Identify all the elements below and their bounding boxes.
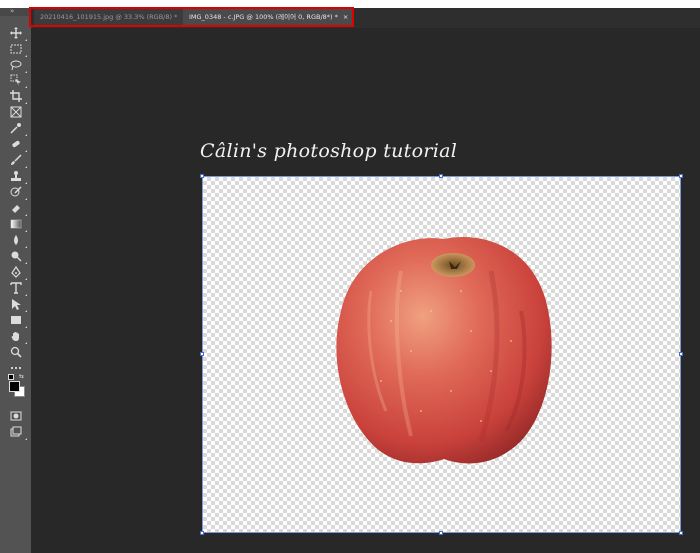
transform-handle[interactable] [439, 174, 443, 178]
healing-brush-icon[interactable] [9, 137, 27, 152]
eraser-icon[interactable] [9, 201, 27, 216]
pen-icon[interactable] [9, 265, 27, 280]
apple-image [336, 236, 552, 464]
transform-handle[interactable] [679, 174, 683, 178]
document-canvas[interactable] [202, 176, 681, 533]
brush-icon[interactable] [9, 153, 27, 168]
watermark-text: Câlin's photoshop tutorial [200, 140, 458, 162]
transform-handle[interactable] [200, 352, 204, 356]
color-swatches: ⇆ [8, 374, 25, 397]
transform-handle[interactable] [439, 531, 443, 535]
hand-icon[interactable] [9, 329, 27, 344]
blur-icon[interactable] [9, 233, 27, 248]
crop-icon[interactable] [9, 89, 27, 104]
transform-handle[interactable] [200, 531, 204, 535]
dodge-icon[interactable] [9, 249, 27, 264]
transform-handle[interactable] [679, 352, 683, 356]
screen-mode-icon[interactable] [9, 425, 27, 440]
type-icon[interactable] [9, 281, 27, 296]
clone-stamp-icon[interactable] [9, 169, 27, 184]
quick-mask-icon[interactable] [9, 409, 23, 423]
transform-handle[interactable] [679, 531, 683, 535]
swap-colors-icon[interactable]: ⇆ [19, 374, 24, 380]
move-icon[interactable] [9, 26, 27, 41]
tools-panel: » ⇆ [0, 8, 32, 553]
gradient-icon[interactable] [9, 217, 27, 232]
marquee-icon[interactable] [9, 42, 27, 57]
default-colors-icon[interactable] [8, 374, 14, 380]
lasso-icon[interactable] [9, 58, 27, 73]
transform-handle[interactable] [200, 174, 204, 178]
zoom-icon[interactable] [9, 345, 23, 359]
tab-highlight-annotation [29, 7, 354, 27]
rectangle-icon[interactable] [9, 313, 27, 328]
frame-icon[interactable] [9, 105, 23, 119]
foreground-color-swatch[interactable] [9, 381, 20, 392]
object-select-icon[interactable] [9, 73, 27, 88]
path-select-icon[interactable] [9, 297, 27, 312]
panel-collapse-grip[interactable]: » [0, 8, 31, 16]
history-brush-icon[interactable] [9, 185, 27, 200]
eyedropper-icon[interactable] [9, 121, 27, 136]
